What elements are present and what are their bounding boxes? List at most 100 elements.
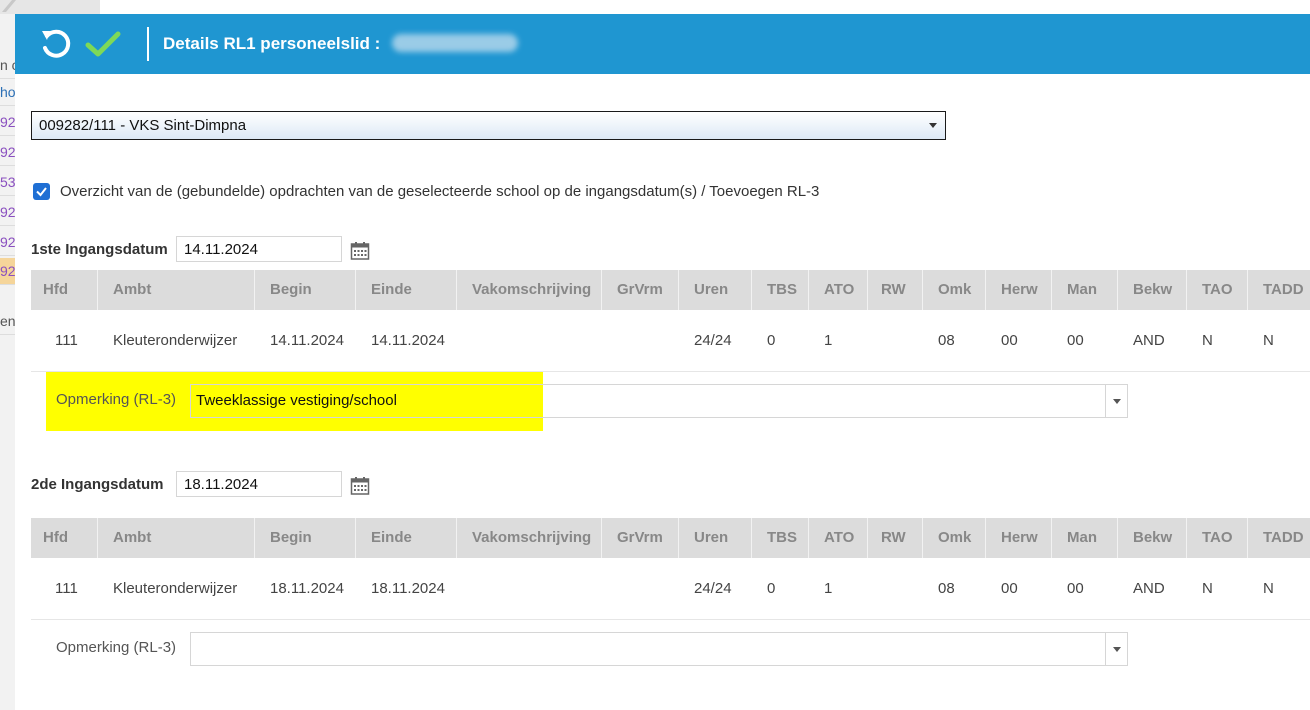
chevron-down-icon <box>929 123 937 128</box>
background-app-strip: n c ho 92 92 53 92 92 92 en <box>0 0 15 710</box>
col-header-tbs: TBS <box>755 270 809 310</box>
dialog-header: Details RL1 personeelslid : <box>15 14 1310 74</box>
cell-tbs: 0 <box>767 332 776 349</box>
col-header-hfd: Hfd <box>31 518 98 558</box>
background-cell: ho <box>0 79 15 106</box>
cell-hfd: 111 <box>55 332 78 349</box>
date-label-2: 2de Ingangsdatum <box>31 476 164 493</box>
col-header-begin: Begin <box>258 270 356 310</box>
col-header-vakomschrijving: Vakomschrijving <box>460 270 602 310</box>
col-header-grvrm: GrVrm <box>605 270 679 310</box>
cell-rw <box>869 558 881 619</box>
cell-ambt: Kleuteronderwijzer <box>113 580 238 597</box>
school-select[interactable]: 009282/111 - VKS Sint-Dimpna <box>31 111 946 140</box>
background-cell: 92 <box>0 139 15 166</box>
background-cell: 92 <box>0 229 15 256</box>
cell-begin: 14.11.2024 <box>270 332 344 349</box>
col-header-uren: Uren <box>682 518 752 558</box>
col-header-ato: ATO <box>812 270 868 310</box>
cell-einde: 18.11.2024 <box>371 580 445 597</box>
col-header-tbs: TBS <box>755 518 809 558</box>
cell-tao: N <box>1202 580 1213 597</box>
cell-ato: 1 <box>824 580 833 597</box>
col-header-omk: Omk <box>926 518 986 558</box>
col-header-uren: Uren <box>682 270 752 310</box>
col-header-einde: Einde <box>359 518 457 558</box>
redacted-name <box>392 34 518 52</box>
background-toolbar <box>0 0 100 14</box>
table-header: Hfd Ambt Begin Einde Vakomschrijving GrV… <box>31 270 1310 310</box>
cell-ato: 1 <box>824 332 833 349</box>
col-header-begin: Begin <box>258 518 356 558</box>
col-header-tadd: TADD <box>1251 270 1310 310</box>
assignments-table-2: Hfd Ambt Begin Einde Vakomschrijving GrV… <box>31 518 1310 620</box>
table-header: Hfd Ambt Begin Einde Vakomschrijving GrV… <box>31 518 1310 558</box>
col-header-rw: RW <box>869 270 923 310</box>
overview-checkbox[interactable] <box>33 183 50 200</box>
remark-select-2[interactable] <box>190 632 1128 666</box>
date-label-1: 1ste Ingangsdatum <box>31 241 168 258</box>
date-input-2[interactable]: 18.11.2024 <box>176 471 342 497</box>
table-row[interactable]: 111 Kleuteronderwijzer 14.11.2024 14.11.… <box>31 310 1310 372</box>
col-header-herw: Herw <box>989 270 1052 310</box>
cell-man: 00 <box>1067 580 1084 597</box>
cell-tbs: 0 <box>767 580 776 597</box>
cell-hfd: 111 <box>55 580 78 597</box>
col-header-man: Man <box>1055 270 1118 310</box>
checkmark-icon[interactable] <box>85 26 121 62</box>
col-header-ato: ATO <box>812 518 868 558</box>
col-header-einde: Einde <box>359 270 457 310</box>
col-header-vakomschrijving: Vakomschrijving <box>460 518 602 558</box>
background-cell: 92 <box>0 109 15 136</box>
col-header-tao: TAO <box>1190 518 1248 558</box>
pencil-icon <box>2 0 16 12</box>
cell-einde: 14.11.2024 <box>371 332 445 349</box>
undo-icon[interactable] <box>37 26 73 62</box>
col-header-tao: TAO <box>1190 270 1248 310</box>
col-header-herw: Herw <box>989 518 1052 558</box>
remark-label-2: Opmerking (RL-3) <box>56 639 177 656</box>
cell-uren: 24/24 <box>694 332 732 349</box>
cell-tao: N <box>1202 332 1213 349</box>
background-cell: 92 <box>0 199 15 226</box>
cell-tadd: N <box>1263 580 1274 597</box>
col-header-ambt: Ambt <box>101 518 255 558</box>
cell-bekw: AND <box>1133 332 1165 349</box>
col-header-rw: RW <box>869 518 923 558</box>
remark-select-1[interactable]: Tweeklassige vestiging/school <box>190 384 1128 418</box>
remark-label-1: Opmerking (RL-3) <box>56 391 177 408</box>
chevron-down-icon <box>1113 399 1121 404</box>
background-cell: n c <box>0 52 15 79</box>
background-cell: 92 <box>0 258 15 285</box>
date-input-1[interactable]: 14.11.2024 <box>176 236 342 262</box>
calendar-icon[interactable] <box>350 241 370 261</box>
col-header-man: Man <box>1055 518 1118 558</box>
col-header-hfd: Hfd <box>31 270 98 310</box>
cell-begin: 18.11.2024 <box>270 580 344 597</box>
select-divider <box>1105 633 1106 665</box>
cell-grvrm <box>605 558 617 619</box>
cell-uren: 24/24 <box>694 580 732 597</box>
details-dialog: Details RL1 personeelslid : 009282/111 -… <box>15 14 1310 710</box>
cell-vakomschrijving <box>460 558 472 619</box>
cell-grvrm <box>605 310 617 371</box>
col-header-bekw: Bekw <box>1121 518 1187 558</box>
col-header-ambt: Ambt <box>101 270 255 310</box>
chevron-down-icon <box>1113 647 1121 652</box>
cell-herw: 00 <box>1001 332 1018 349</box>
col-header-omk: Omk <box>926 270 986 310</box>
table-row[interactable]: 111 Kleuteronderwijzer 18.11.2024 18.11.… <box>31 558 1310 620</box>
background-cell: 53 <box>0 169 15 196</box>
background-cell: en <box>0 308 15 335</box>
calendar-icon[interactable] <box>350 476 370 496</box>
cell-rw <box>869 310 881 371</box>
cell-herw: 00 <box>1001 580 1018 597</box>
cell-man: 00 <box>1067 332 1084 349</box>
cell-omk: 08 <box>938 580 955 597</box>
overview-checkbox-label: Overzicht van de (gebundelde) opdrachten… <box>60 183 820 200</box>
select-divider <box>1105 385 1106 417</box>
assignments-table-1: Hfd Ambt Begin Einde Vakomschrijving GrV… <box>31 270 1310 372</box>
cell-vakomschrijving <box>460 310 472 371</box>
remark-select-value: Tweeklassige vestiging/school <box>196 392 397 409</box>
school-select-value: 009282/111 - VKS Sint-Dimpna <box>39 117 247 134</box>
